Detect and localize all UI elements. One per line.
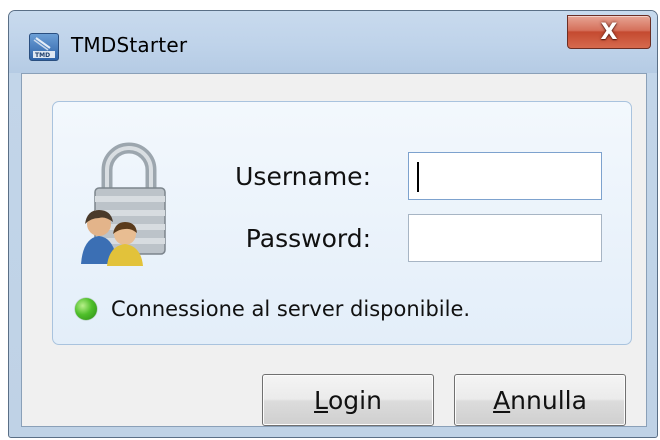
password-label: Password:	[245, 224, 371, 253]
close-button[interactable]: X	[567, 15, 651, 49]
window-title: TMDStarter	[71, 33, 188, 57]
password-input[interactable]	[408, 214, 602, 262]
login-label-rest: ogin	[327, 385, 382, 415]
text-caret	[417, 162, 419, 192]
lock-users-icon	[81, 142, 166, 266]
username-input[interactable]	[408, 152, 602, 200]
svg-text:TMD: TMD	[35, 52, 50, 59]
cancel-accel-key: A	[493, 385, 511, 415]
connection-status-text: Connessione al server disponibile.	[111, 297, 471, 321]
cancel-label-rest: nnulla	[510, 385, 587, 415]
dialog-client-area: Username: Password: Connessione al serve…	[21, 73, 647, 427]
login-accel-key: L	[314, 385, 328, 415]
login-dialog-window: TMD TMDStarter X Username: Password: Con…	[8, 10, 658, 438]
cancel-button[interactable]: Annulla	[454, 374, 626, 426]
tmd-app-icon: TMD	[29, 33, 59, 61]
username-label: Username:	[235, 162, 371, 191]
login-button[interactable]: Login	[262, 374, 434, 426]
status-led-icon	[75, 298, 97, 320]
title-bar[interactable]: TMD TMDStarter X	[9, 11, 657, 73]
close-icon: X	[600, 19, 618, 45]
login-panel: Username: Password: Connessione al serve…	[52, 101, 632, 345]
